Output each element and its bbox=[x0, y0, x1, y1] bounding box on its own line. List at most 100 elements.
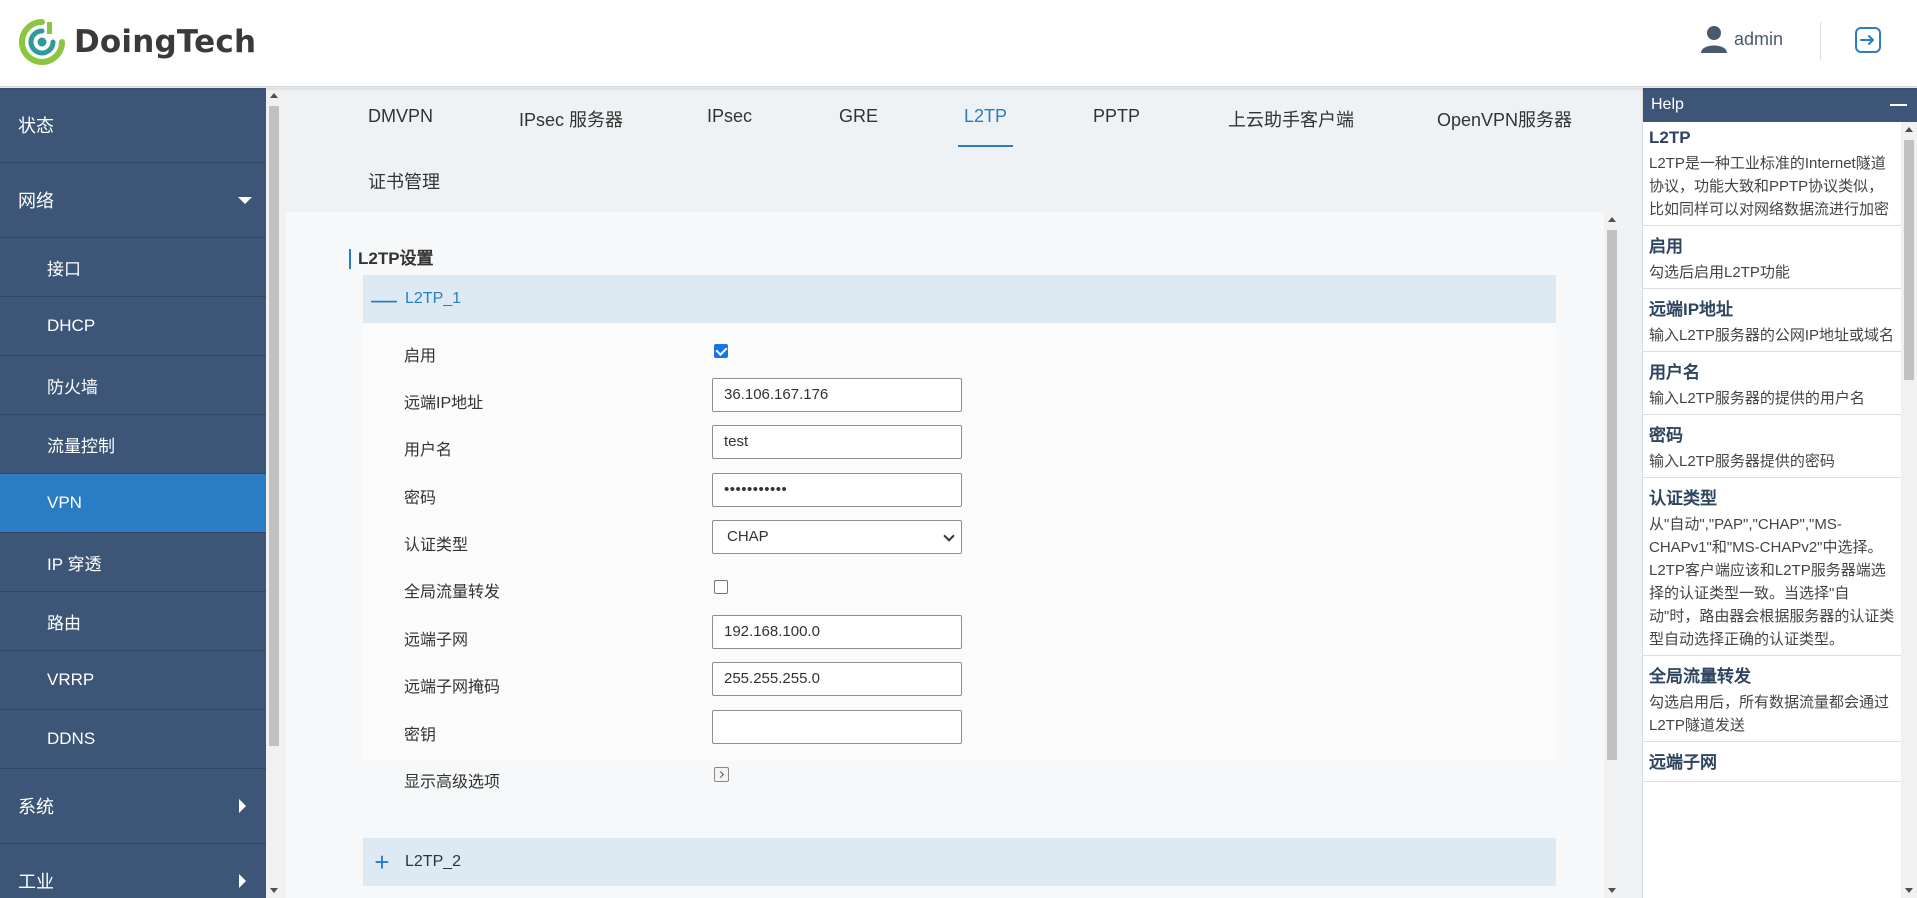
scroll-down-icon[interactable] bbox=[1608, 888, 1616, 893]
active-tab-indicator bbox=[958, 145, 1013, 147]
help-section: 用户名输入L2TP服务器的提供的用户名 bbox=[1643, 352, 1901, 415]
tab-dmvpn[interactable]: DMVPN bbox=[368, 106, 433, 127]
help-section-title: 密码 bbox=[1649, 426, 1683, 445]
auth-type-select[interactable]: CHAP bbox=[712, 520, 962, 554]
sidebar-item-label: DHCP bbox=[47, 316, 96, 335]
sidebar-item-label: 流量控制 bbox=[47, 436, 115, 456]
brand-name: DoingTech bbox=[74, 24, 257, 60]
sidebar-item-traffic-control[interactable]: 流量控制 bbox=[0, 415, 266, 474]
content-scrollbar[interactable] bbox=[1604, 212, 1620, 898]
global-forward-checkbox[interactable] bbox=[714, 580, 728, 594]
user-icon bbox=[1701, 26, 1727, 53]
sidebar-item-label: 工业 bbox=[18, 872, 54, 892]
brand-logo[interactable]: DoingTech bbox=[18, 18, 256, 66]
tab-ipsec[interactable]: IPsec bbox=[707, 106, 752, 127]
sidebar-item-label: IP 穿透 bbox=[47, 554, 102, 574]
help-section-text: 输入L2TP服务器的提供的用户名 bbox=[1649, 390, 1865, 407]
sidebar-item-dhcp[interactable]: DHCP bbox=[0, 297, 266, 356]
help-section-title: 远端子网 bbox=[1649, 753, 1717, 772]
advanced-expand-icon[interactable] bbox=[714, 767, 729, 782]
tab-ipsec-server[interactable]: IPsec 服务器 bbox=[519, 106, 623, 132]
help-section: 远端IP地址 输入L2TP服务器的公网IP地址或域名 bbox=[1643, 289, 1901, 352]
panel-header-l2tp-2[interactable]: + L2TP_2 bbox=[363, 838, 1556, 886]
sidebar-item-status[interactable]: 状态 bbox=[0, 88, 266, 163]
tab-cloud-assistant-client[interactable]: 上云助手客户端 bbox=[1228, 106, 1354, 132]
password-input[interactable]: ••••••••••• bbox=[712, 473, 962, 507]
minimize-icon[interactable] bbox=[1890, 104, 1907, 106]
panel-header-l2tp-1[interactable]: — L2TP_1 bbox=[363, 275, 1556, 323]
remote-mask-input[interactable]: 255.255.255.0 bbox=[712, 662, 962, 696]
remote-subnet-input[interactable]: 192.168.100.0 bbox=[712, 615, 962, 649]
sidebar-item-vpn[interactable]: VPN bbox=[0, 474, 266, 533]
help-section-title: L2TP bbox=[1649, 128, 1691, 147]
help-body: L2TP L2TP是一种工业标准的Internet隧道协议，功能大致和PPTP协议… bbox=[1643, 122, 1901, 898]
panel-title: L2TP_1 bbox=[405, 290, 462, 307]
help-section-title: 认证类型 bbox=[1649, 489, 1717, 508]
help-section-text: 输入L2TP服务器的公网IP地址或域名 bbox=[1649, 327, 1895, 344]
scrollbar-thumb[interactable] bbox=[1904, 140, 1914, 380]
help-section: L2TP L2TP是一种工业标准的Internet隧道协议，功能大致和PPTP协议… bbox=[1643, 122, 1901, 226]
remote-ip-input[interactable]: 36.106.167.176 bbox=[712, 378, 962, 412]
advanced-options-label: 显示高级选项 bbox=[404, 774, 501, 791]
sidebar-item-interface[interactable]: 接口 bbox=[0, 238, 266, 297]
help-section: 密码输入L2TP服务器提供的密码 bbox=[1643, 415, 1901, 478]
chevron-down-icon bbox=[943, 530, 955, 542]
sidebar-item-industrial[interactable]: 工业 bbox=[0, 844, 266, 898]
sidebar-item-vrrp[interactable]: VRRP bbox=[0, 651, 266, 710]
tab-gre[interactable]: GRE bbox=[839, 106, 878, 127]
scroll-down-icon[interactable] bbox=[270, 888, 278, 893]
help-title: Help bbox=[1651, 96, 1684, 113]
sidebar-item-label: 防火墙 bbox=[47, 377, 98, 397]
secret-input[interactable] bbox=[712, 710, 962, 744]
sidebar-item-routing[interactable]: 路由 bbox=[0, 592, 266, 651]
tab-openvpn-server[interactable]: OpenVPN服务器 bbox=[1437, 106, 1572, 132]
help-section-text: 从"自动","PAP","CHAP","MS-CHAPv1"和"MS-CHAPv… bbox=[1649, 516, 1895, 648]
sidebar-item-label: VPN bbox=[47, 493, 82, 512]
enable-checkbox[interactable] bbox=[714, 344, 728, 358]
help-header: Help bbox=[1643, 88, 1917, 122]
sidebar-item-system[interactable]: 系统 bbox=[0, 769, 266, 844]
sidebar-item-network[interactable]: 网络 bbox=[0, 163, 266, 238]
global-forward-label: 全局流量转发 bbox=[404, 584, 501, 601]
help-section-text: 输入L2TP服务器提供的密码 bbox=[1649, 453, 1835, 470]
scroll-up-icon[interactable] bbox=[1608, 217, 1616, 222]
sidebar-item-label: 路由 bbox=[47, 613, 81, 633]
help-section-text: 勾选启用后，所有数据流量都会通过L2TP隧道发送 bbox=[1649, 694, 1890, 734]
help-section-text: L2TP是一种工业标准的Internet隧道协议，功能大致和PPTP协议类似，比… bbox=[1649, 155, 1890, 218]
expand-icon: + bbox=[374, 847, 390, 877]
tab-certificate-management[interactable]: 证书管理 bbox=[368, 168, 440, 194]
scroll-up-icon[interactable] bbox=[1905, 127, 1913, 132]
help-section-title: 全局流量转发 bbox=[1649, 667, 1751, 686]
scrollbar-thumb[interactable] bbox=[1607, 230, 1617, 760]
sidebar-item-ip-passthrough[interactable]: IP 穿透 bbox=[0, 533, 266, 592]
help-scrollbar[interactable] bbox=[1901, 122, 1917, 898]
panel-title: L2TP_2 bbox=[405, 853, 462, 870]
help-section: 启用勾选后启用L2TP功能 bbox=[1643, 226, 1901, 289]
password-label: 密码 bbox=[404, 490, 437, 507]
help-section-title: 用户名 bbox=[1649, 363, 1700, 382]
sidebar-item-ddns[interactable]: DDNS bbox=[0, 710, 266, 769]
sidebar-item-label: VRRP bbox=[47, 670, 95, 689]
sidebar-item-label: 状态 bbox=[18, 116, 54, 136]
logo-icon bbox=[19, 19, 65, 65]
sidebar-item-firewall[interactable]: 防火墙 bbox=[0, 356, 266, 415]
tab-l2tp[interactable]: L2TP bbox=[964, 106, 1007, 127]
auth-type-value: CHAP bbox=[727, 528, 769, 545]
help-panel: Help L2TP L2TP是一种工业标准的Internet隧道协议，功能大致和P… bbox=[1642, 88, 1917, 898]
enable-label: 启用 bbox=[404, 348, 437, 365]
chevron-right-icon bbox=[239, 874, 246, 888]
chevron-right-icon bbox=[239, 799, 246, 813]
scroll-down-icon[interactable] bbox=[1905, 888, 1913, 893]
user-menu[interactable]: admin bbox=[1700, 24, 1783, 54]
sidebar-nav: 状态 网络 接口 DHCP 防火墙 流量控制 VPN IP 穿透 路由 VRRP… bbox=[0, 88, 266, 898]
logout-icon[interactable] bbox=[1854, 26, 1882, 54]
sidebar-item-label: 系统 bbox=[18, 797, 54, 817]
help-section-title: 启用 bbox=[1649, 237, 1683, 256]
username-field-label: 用户名 bbox=[404, 442, 453, 459]
tab-pptp[interactable]: PPTP bbox=[1093, 106, 1140, 127]
remote-mask-label: 远端子网掩码 bbox=[404, 679, 501, 696]
collapse-icon: — bbox=[371, 284, 397, 314]
username-input[interactable]: test bbox=[712, 425, 962, 459]
sidebar-item-label: DDNS bbox=[47, 729, 96, 748]
help-section-text: 勾选后启用L2TP功能 bbox=[1649, 264, 1790, 281]
